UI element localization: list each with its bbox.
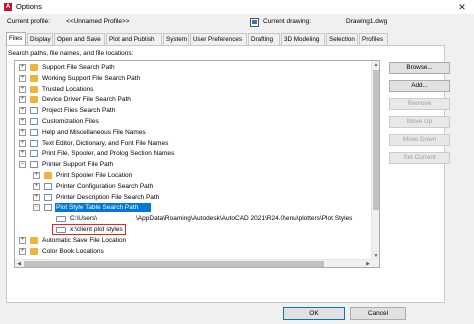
tree-item-label: Printer Description File Search Path bbox=[56, 193, 160, 201]
tree-item-path-suffix: \AppData\Roaming\Autodesk\AutoCAD 2021\R… bbox=[136, 215, 353, 223]
horizontal-scroll-thumb[interactable] bbox=[24, 261, 324, 267]
tree-item-label: Customization Files bbox=[42, 118, 99, 125]
tab-system[interactable]: System bbox=[163, 33, 189, 45]
tree-item-label: Trusted Locations bbox=[42, 85, 94, 93]
autocad-app-icon: A bbox=[4, 3, 12, 11]
folder-icon bbox=[44, 172, 52, 179]
folder-icon bbox=[30, 64, 38, 71]
expand-icon[interactable]: + bbox=[19, 236, 26, 244]
browse-button[interactable]: Browse... bbox=[389, 62, 450, 74]
document-icon bbox=[30, 139, 38, 147]
expand-icon[interactable]: + bbox=[19, 247, 26, 255]
expand-icon[interactable]: + bbox=[19, 64, 26, 71]
window-title: Options bbox=[16, 2, 42, 11]
tab-plot-and-publish[interactable]: Plot and Publish bbox=[106, 33, 162, 45]
document-icon bbox=[30, 107, 38, 115]
tab-files[interactable]: Files bbox=[6, 32, 26, 45]
tab-selection[interactable]: Selection bbox=[326, 33, 358, 45]
folder-icon bbox=[30, 247, 38, 255]
expand-icon[interactable]: + bbox=[19, 85, 26, 93]
tree-item-label: Text Editor, Dictionary, and Font File N… bbox=[42, 139, 169, 147]
tree-item-label: Help and Miscellaneous File Names bbox=[42, 128, 146, 136]
folder-icon bbox=[30, 236, 38, 244]
scroll-down-arrow-icon[interactable]: ▼ bbox=[372, 252, 379, 260]
tree-item-label: Automatic Save File Location bbox=[42, 236, 127, 244]
title-bar: A Options ✕ bbox=[0, 0, 474, 14]
highlight-annotation-box bbox=[52, 224, 126, 235]
vertical-scroll-thumb[interactable] bbox=[373, 70, 379, 210]
move-up-button[interactable]: Move Up bbox=[389, 116, 450, 128]
current-drawing-label: Current drawing: bbox=[263, 18, 312, 25]
add-button[interactable]: Add... bbox=[389, 80, 450, 92]
expand-icon[interactable]: + bbox=[19, 96, 26, 104]
set-current-button[interactable]: Set Current bbox=[389, 152, 450, 164]
tab-display[interactable]: Display bbox=[27, 33, 53, 45]
tree-item-label: Print Spooler File Location bbox=[56, 172, 133, 179]
tree-item-label: Printer Configuration Search Path bbox=[56, 182, 154, 190]
document-icon bbox=[30, 150, 38, 158]
tree-item-label: Color Book Locations bbox=[42, 247, 104, 255]
profile-info-row: Current profile: <<Unnamed Profile>> Cur… bbox=[0, 18, 474, 28]
expand-icon[interactable]: + bbox=[19, 107, 26, 115]
current-profile-label: Current profile: bbox=[7, 18, 50, 25]
tab-user-preferences[interactable]: User Preferences bbox=[190, 33, 247, 45]
scroll-up-arrow-icon[interactable]: ▲ bbox=[372, 61, 379, 69]
expand-icon[interactable]: + bbox=[19, 74, 26, 82]
expand-icon[interactable]: + bbox=[33, 193, 40, 201]
document-icon bbox=[44, 182, 52, 190]
tree-horizontal-scrollbar[interactable]: ◀ ▶ bbox=[15, 259, 372, 267]
expand-icon[interactable]: + bbox=[33, 182, 40, 190]
move-down-button[interactable]: Move Down bbox=[389, 134, 450, 146]
folder-icon bbox=[30, 74, 38, 82]
close-icon[interactable]: ✕ bbox=[450, 0, 474, 14]
cancel-button[interactable]: Cancel bbox=[350, 307, 406, 320]
document-icon bbox=[44, 204, 52, 212]
tree-item-label: Plot Style Table Search Path bbox=[56, 204, 139, 212]
tree-item-label: C:\Users\ bbox=[70, 215, 98, 223]
search-paths-label: Search paths, file names, and file locat… bbox=[8, 50, 134, 57]
ok-button[interactable]: OK bbox=[283, 307, 345, 320]
tree-item-label: Print File, Spooler, and Prolog Section … bbox=[42, 150, 175, 158]
remove-button[interactable]: Remove bbox=[389, 98, 450, 110]
expand-icon[interactable]: + bbox=[19, 150, 26, 158]
current-profile-value: <<Unnamed Profile>> bbox=[66, 18, 130, 25]
expand-icon[interactable]: + bbox=[33, 172, 40, 179]
tree-item-label: Working Support File Search Path bbox=[42, 74, 141, 82]
tab-drafting[interactable]: Drafting bbox=[248, 33, 280, 45]
document-icon bbox=[44, 193, 52, 201]
tree-item-label: Support File Search Path bbox=[42, 64, 115, 71]
expand-icon[interactable]: + bbox=[19, 128, 26, 136]
expand-icon[interactable]: + bbox=[19, 118, 26, 125]
tree-item-label: Printer Support File Path bbox=[42, 161, 114, 169]
tab-open-and-save[interactable]: Open and Save bbox=[54, 33, 105, 45]
document-icon bbox=[30, 118, 38, 125]
folder-icon bbox=[30, 96, 38, 104]
tree-item-label: Project Files Search Path bbox=[42, 107, 116, 115]
current-drawing-value: Drawing1.dwg bbox=[346, 18, 388, 25]
search-paths-tree[interactable]: + Support File Search Path + Working Sup… bbox=[14, 60, 380, 268]
tab-profiles[interactable]: Profiles bbox=[359, 33, 388, 45]
collapse-icon[interactable]: − bbox=[33, 204, 40, 212]
folder-icon bbox=[30, 85, 38, 93]
scroll-right-arrow-icon[interactable]: ▶ bbox=[364, 260, 372, 267]
document-icon bbox=[30, 128, 38, 136]
tree-item-label: Device Driver File Search Path bbox=[42, 96, 131, 104]
document-icon bbox=[30, 161, 38, 169]
path-icon bbox=[56, 216, 66, 223]
drawing-icon bbox=[250, 18, 259, 27]
tab-3d-modeling[interactable]: 3D Modeling bbox=[281, 33, 325, 45]
collapse-icon[interactable]: − bbox=[19, 161, 26, 169]
scroll-left-arrow-icon[interactable]: ◀ bbox=[15, 260, 23, 267]
tree-vertical-scrollbar[interactable]: ▲ ▼ bbox=[371, 61, 379, 267]
expand-icon[interactable]: + bbox=[19, 139, 26, 147]
